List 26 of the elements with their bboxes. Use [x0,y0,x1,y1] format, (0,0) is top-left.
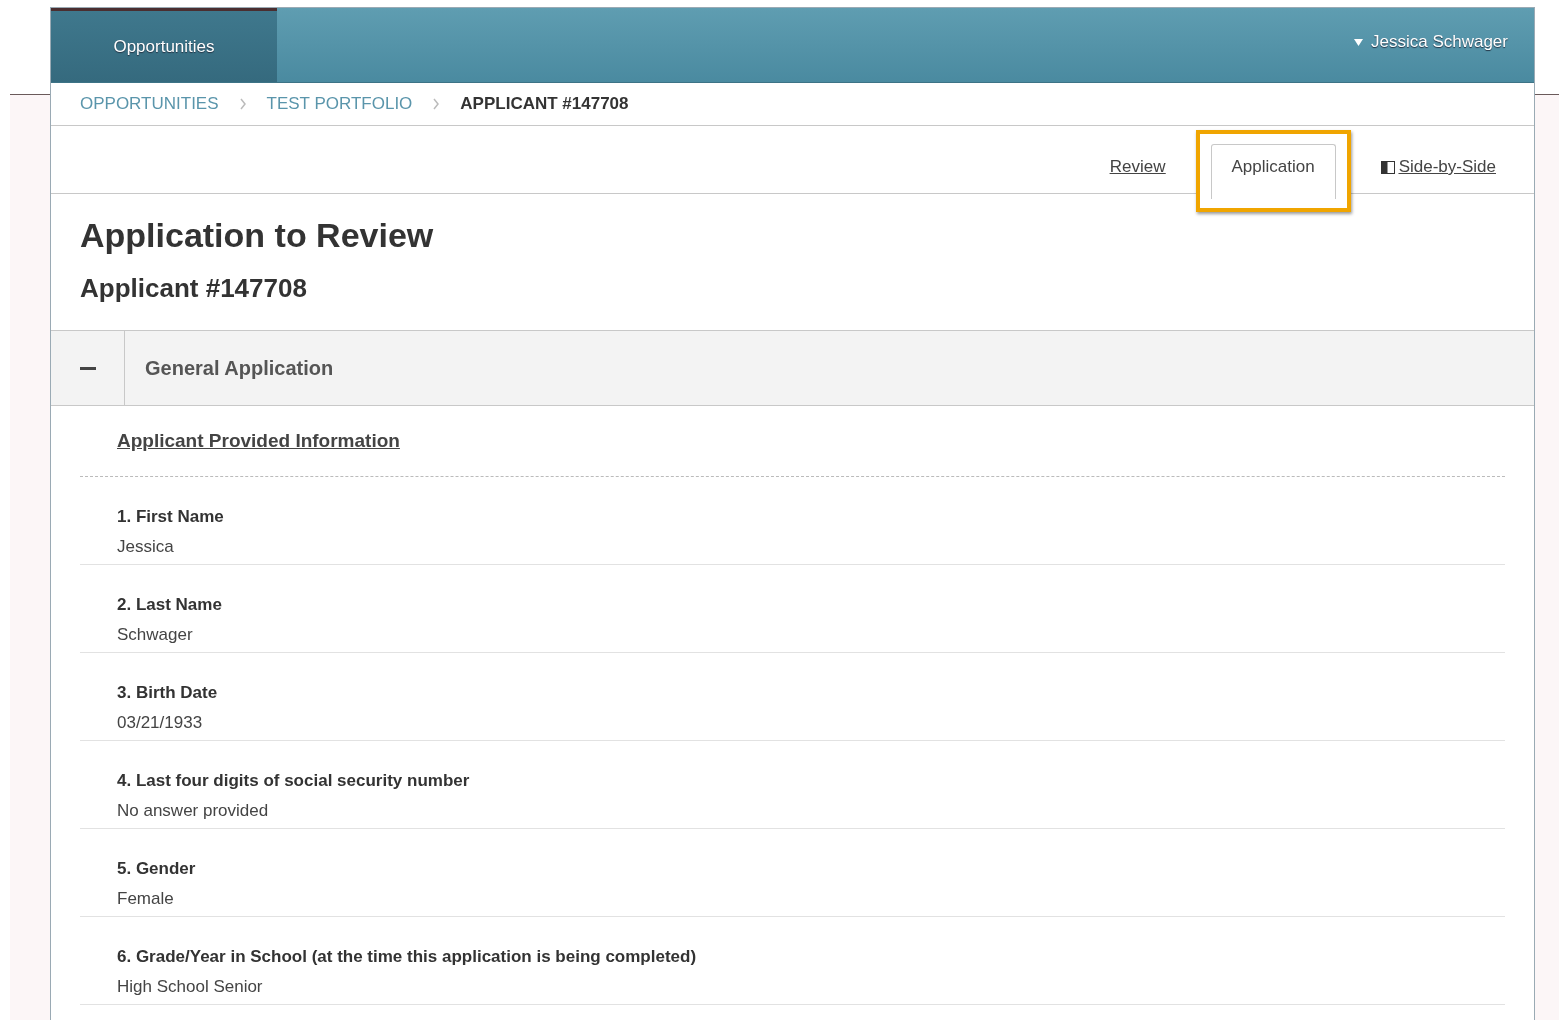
section-title: General Application [144,356,334,380]
question-label: 1. First Name [117,507,225,527]
question-answer: Jessica [117,537,175,557]
question-answer: High School Senior [117,977,264,997]
question-answer: No answer provided [117,801,270,821]
nav-tab[interactable]: Opportunities [51,8,277,82]
caret-icon [1354,38,1363,46]
split-view-icon [1380,160,1395,174]
page-title: Application to Review [80,216,435,255]
question-label: 4. Last four digits of social security number [117,771,471,791]
question-answer: Female [117,889,175,909]
view-tab[interactable]: Application [1210,144,1336,199]
page-subtitle: Applicant #147708 [80,273,308,304]
question-label: 5. Gender [117,859,197,879]
chevron-icon [238,98,247,110]
breadcrumb-current: APPLICANT #147708 [460,94,629,114]
question-answer: 03/21/1933 [117,713,204,733]
minus-icon [79,366,96,370]
chevron-icon [432,98,441,110]
view-tab[interactable]: Side-by-Side [1379,144,1497,199]
question-label: 6. Grade/Year in School (at the time this application is being completed) [117,947,698,967]
info-link[interactable]: Applicant Provided Information [117,430,400,452]
question-label: 3. Birth Date [117,683,219,703]
question-label: 2. Last Name [117,595,223,615]
question-answer: Schwager [117,625,194,645]
view-tab[interactable]: Review [1108,144,1167,199]
